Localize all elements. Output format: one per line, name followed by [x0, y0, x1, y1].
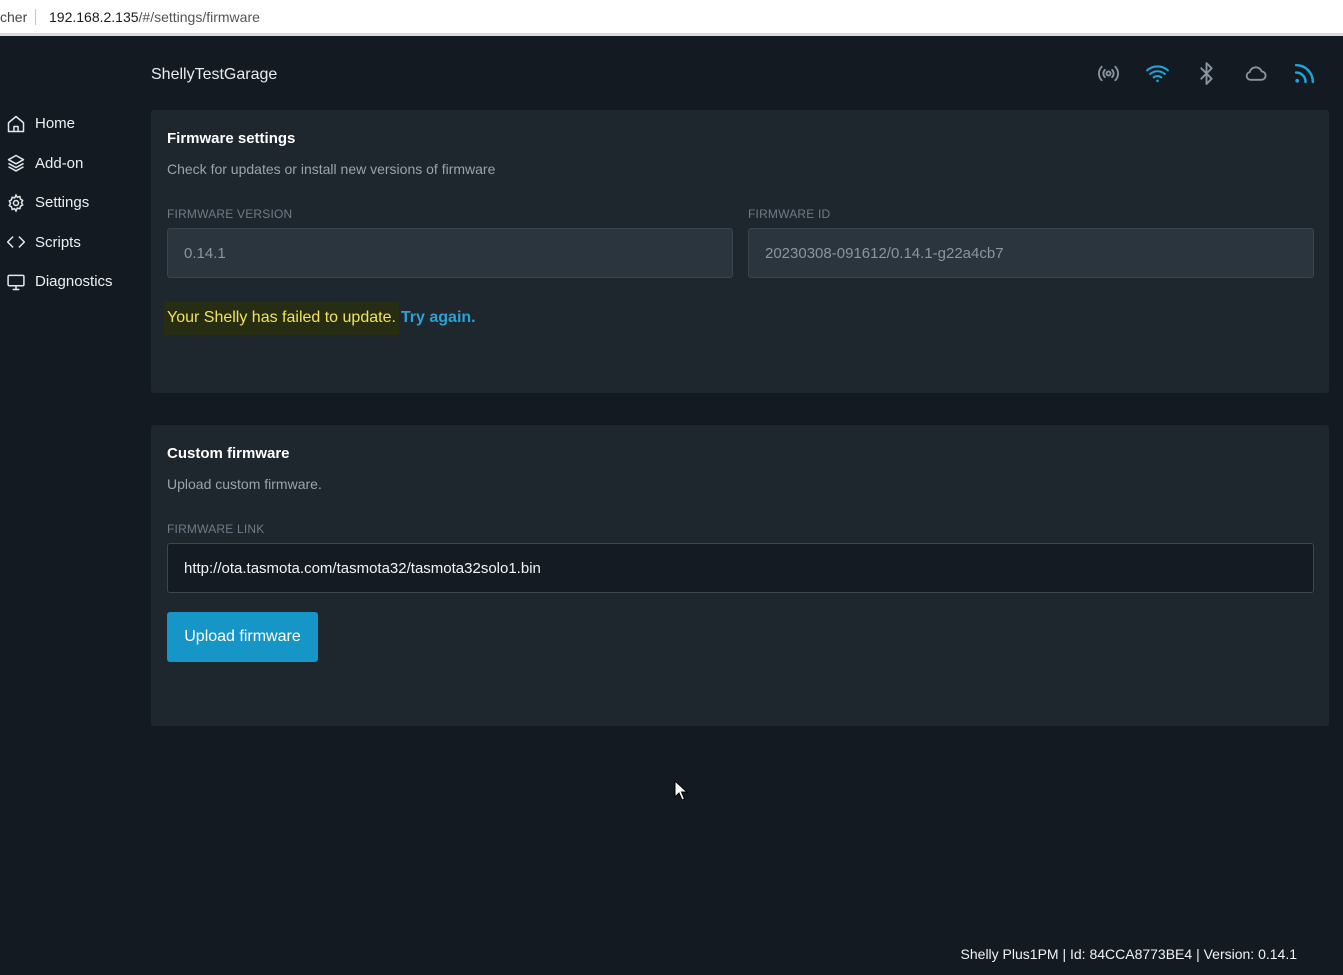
- card-title: Custom firmware: [167, 445, 290, 462]
- firmware-link-input[interactable]: http://ota.tasmota.com/tasmota32/tasmota…: [167, 543, 1314, 593]
- card-title: Firmware settings: [167, 130, 296, 147]
- gear-icon: [8, 193, 24, 213]
- sidebar: Home Add-on Settings Scripts Diagnostics: [0, 104, 140, 302]
- sidebar-item-diagnostics[interactable]: Diagnostics: [0, 262, 140, 302]
- sidebar-item-label: Home: [35, 115, 76, 133]
- home-icon: [7, 115, 25, 132]
- device-name: ShellyTestGarage: [151, 66, 278, 83]
- custom-firmware-card: Custom firmware Upload custom firmware. …: [151, 425, 1329, 726]
- firmware-id-label: FIRMWARE ID: [748, 207, 831, 221]
- rss-icon[interactable]: [1292, 61, 1317, 86]
- app-header: ShellyTestGarage: [0, 39, 1343, 109]
- monitor-icon: [7, 274, 25, 290]
- update-failed-text: Your Shelly has failed to update.: [164, 301, 399, 335]
- cloud-icon[interactable]: [1243, 61, 1268, 86]
- sidebar-item-home[interactable]: Home: [0, 104, 140, 144]
- upload-firmware-button[interactable]: Upload firmware: [167, 612, 318, 662]
- firmware-version-label: FIRMWARE VERSION: [167, 207, 293, 221]
- sidebar-item-label: Diagnostics: [35, 273, 113, 291]
- wifi-icon[interactable]: [1145, 61, 1170, 86]
- layers-icon: [7, 155, 25, 172]
- bluetooth-icon[interactable]: [1194, 61, 1219, 86]
- device-info-footer: Shelly Plus1PM | Id: 84CCA8773BE4 | Vers…: [960, 946, 1297, 962]
- firmware-version-field: 0.14.1: [167, 228, 733, 278]
- mouse-cursor-icon: [674, 780, 688, 801]
- card-subtitle: Check for updates or install new version…: [167, 161, 496, 177]
- url-path: /#/settings/firmware: [138, 8, 260, 25]
- browser-address-bar: cher 192.168.2.135/#/settings/firmware: [0, 0, 1343, 36]
- sidebar-item-label: Settings: [35, 194, 90, 212]
- firmware-id-field: 20230308-091612/0.14.1-g22a4cb7: [748, 228, 1314, 278]
- browser-tab-fragment[interactable]: cher: [0, 8, 36, 25]
- sidebar-item-addon[interactable]: Add-on: [0, 144, 140, 184]
- sidebar-item-scripts[interactable]: Scripts: [0, 223, 140, 263]
- update-failed-message: Your Shelly has failed to update. Try ag…: [164, 301, 476, 335]
- sidebar-item-label: Scripts: [35, 233, 81, 251]
- url-host: 192.168.2.135: [49, 8, 139, 25]
- code-icon: [6, 236, 26, 248]
- broadcast-icon[interactable]: [1096, 61, 1121, 86]
- firmware-settings-card: Firmware settings Check for updates or i…: [151, 110, 1329, 393]
- firmware-link-label: FIRMWARE LINK: [167, 522, 265, 536]
- url-field[interactable]: 192.168.2.135/#/settings/firmware: [49, 9, 260, 25]
- sidebar-item-settings[interactable]: Settings: [0, 183, 140, 223]
- card-subtitle: Upload custom firmware.: [167, 476, 322, 492]
- try-again-link[interactable]: Try again.: [401, 309, 476, 327]
- status-icons: [1096, 61, 1317, 86]
- sidebar-item-label: Add-on: [35, 154, 84, 172]
